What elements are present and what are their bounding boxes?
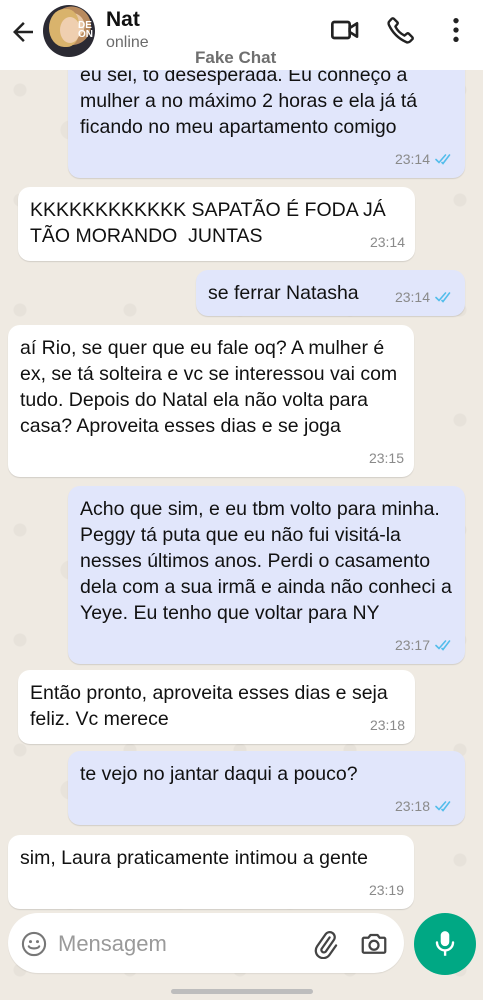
camera-icon[interactable] xyxy=(358,929,390,959)
message-incoming[interactable]: KKKKKKKKKKKK SAPATÃO É FODA JÁ TÃO MORAN… xyxy=(18,187,415,261)
more-vertical-icon[interactable] xyxy=(440,14,472,46)
double-check-icon xyxy=(435,640,451,651)
message-input[interactable] xyxy=(56,927,260,961)
message-outgoing[interactable]: te vejo no jantar daqui a pouco? 23:18 xyxy=(68,751,465,825)
home-indicator xyxy=(171,989,313,994)
message-time: 23:17 xyxy=(394,637,430,653)
watermark: Fake Chat xyxy=(195,48,277,67)
message-time: 23:18 xyxy=(369,717,405,733)
message-incoming[interactable]: sim, Laura praticamente intimou a gente … xyxy=(8,835,414,909)
message-composer xyxy=(8,913,404,973)
contact-status: online xyxy=(106,34,149,51)
message-text: Então pronto, aproveita esses dias e sej… xyxy=(30,682,394,730)
message-incoming[interactable]: aí Rio, se quer que eu fale oq? A mulher… xyxy=(8,325,414,477)
message-time: 23:15 xyxy=(368,450,404,466)
message-time: 23:18 xyxy=(394,798,430,814)
mic-button[interactable] xyxy=(414,913,476,975)
paperclip-icon[interactable] xyxy=(310,929,340,959)
message-time: 23:19 xyxy=(368,882,404,898)
message-text: Acho que sim, e eu tbm volto para minha.… xyxy=(80,498,457,624)
message-text: KKKKKKKKKKKK SAPATÃO É FODA JÁ TÃO MORAN… xyxy=(30,199,391,247)
message-incoming[interactable]: Então pronto, aproveita esses dias e sej… xyxy=(18,670,415,744)
video-camera-icon[interactable] xyxy=(329,14,361,46)
message-time: 23:14 xyxy=(394,289,430,305)
emoji-icon[interactable] xyxy=(20,930,48,958)
contact-name[interactable]: Nat xyxy=(106,8,140,32)
message-time: 23:14 xyxy=(394,151,430,167)
message-text: te vejo no jantar daqui a pouco? xyxy=(80,763,358,785)
message-outgoing[interactable]: eu sei, tô desesperada. Eu conheço a mul… xyxy=(68,52,465,178)
arrow-left-icon[interactable] xyxy=(8,17,38,47)
double-check-icon xyxy=(435,154,451,165)
message-text: eu sei, tô desesperada. Eu conheço a mul… xyxy=(80,64,423,138)
microphone-icon xyxy=(435,931,455,956)
avatar[interactable]: DE ON xyxy=(43,5,95,57)
message-text: sim, Laura praticamente intimou a gente xyxy=(20,847,368,869)
message-time: 23:14 xyxy=(369,234,405,250)
avatar-text: DE ON xyxy=(78,20,93,40)
message-outgoing[interactable]: Acho que sim, e eu tbm volto para minha.… xyxy=(68,486,465,664)
double-check-icon xyxy=(435,801,451,812)
message-text: aí Rio, se quer que eu fale oq? A mulher… xyxy=(20,337,403,437)
phone-icon[interactable] xyxy=(385,14,417,46)
message-outgoing[interactable]: se ferrar Natasha 23:14 xyxy=(196,270,465,316)
double-check-icon xyxy=(435,292,451,303)
